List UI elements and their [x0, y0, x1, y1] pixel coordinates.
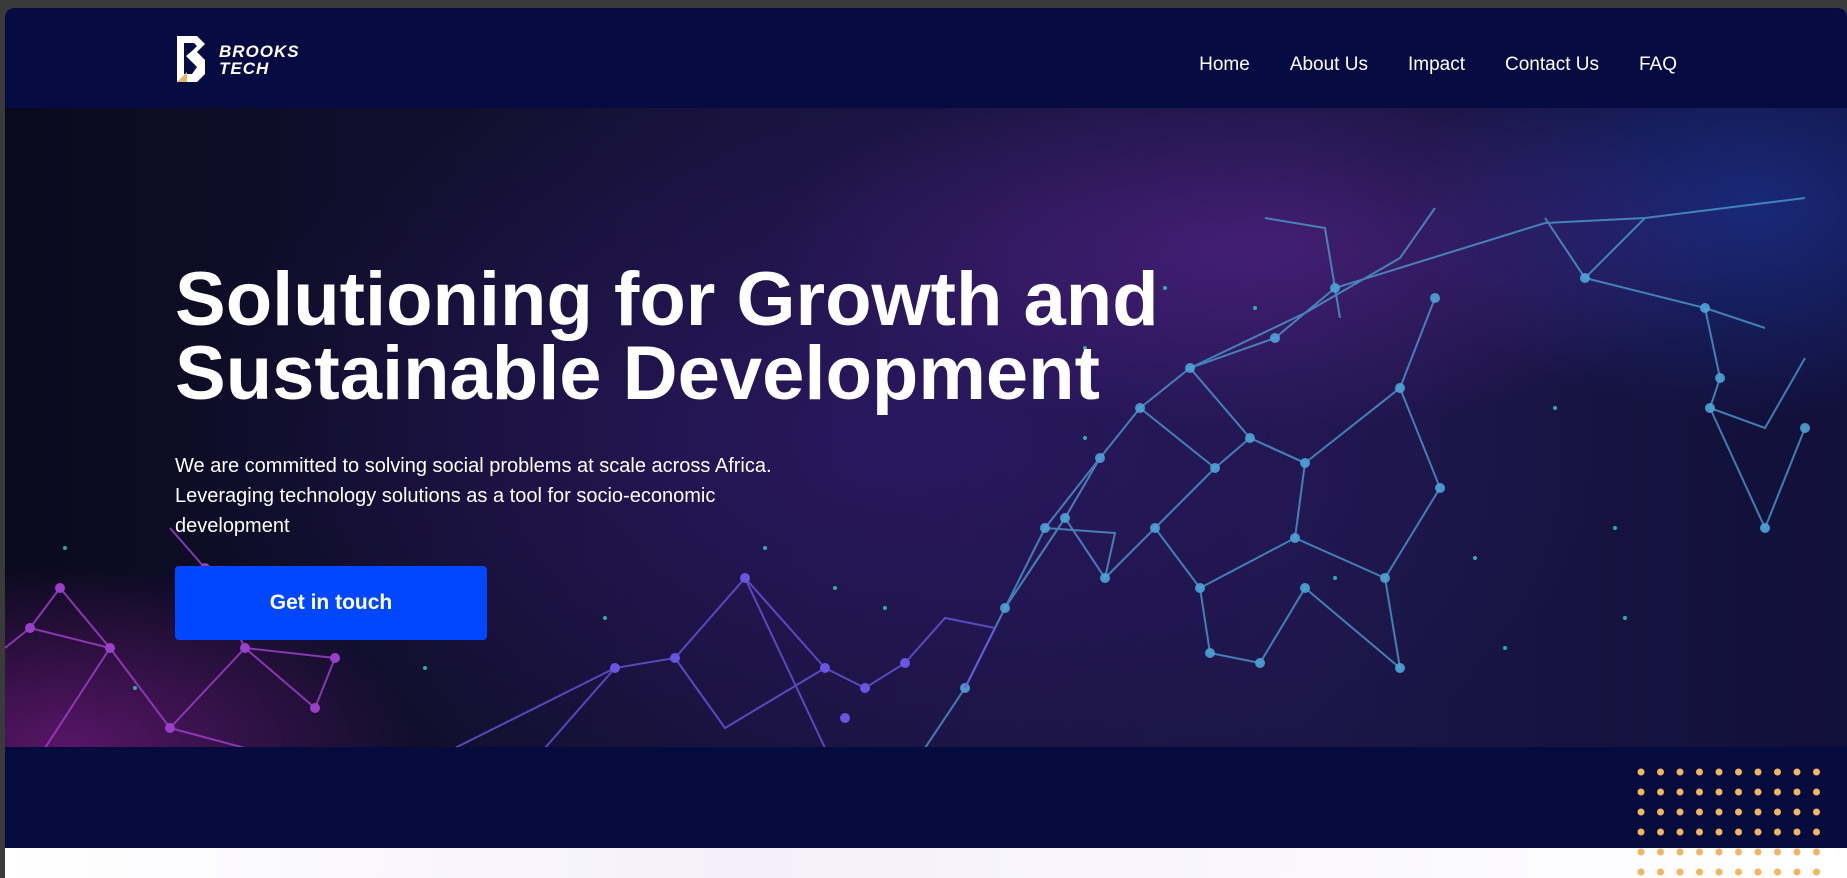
nav-impact[interactable]: Impact	[1408, 54, 1465, 76]
nav-contact-us[interactable]: Contact Us	[1505, 54, 1599, 76]
site-header: BROOKS TECH Home About Us Impact Contact…	[5, 8, 1847, 108]
main-nav: Home About Us Impact Contact Us FAQ	[1199, 54, 1677, 76]
brand-logo[interactable]: BROOKS TECH	[175, 34, 300, 86]
browser-viewport: BROOKS TECH Home About Us Impact Contact…	[5, 8, 1847, 878]
content-section-start	[5, 848, 1847, 878]
brooks-b-mark-icon	[177, 36, 205, 82]
get-in-touch-button[interactable]: Get in touch	[175, 566, 487, 640]
decorative-dot-grid-icon	[1637, 768, 1820, 876]
nav-home[interactable]: Home	[1199, 54, 1250, 76]
brand-name-line1: BROOKS	[219, 42, 300, 61]
nav-about-us[interactable]: About Us	[1290, 54, 1368, 76]
hero-section: Solutioning for Growth and Sustainable D…	[5, 108, 1847, 747]
hero-description: We are committed to solving social probl…	[175, 455, 772, 537]
nav-faq[interactable]: FAQ	[1639, 54, 1677, 76]
brand-name-line2: TECH	[219, 59, 270, 78]
brand-name: BROOKS TECH	[219, 43, 300, 77]
dark-band	[5, 747, 1847, 848]
hero-title: Solutioning for Growth and Sustainable D…	[175, 257, 1159, 416]
network-background-graphic	[5, 197, 1810, 747]
